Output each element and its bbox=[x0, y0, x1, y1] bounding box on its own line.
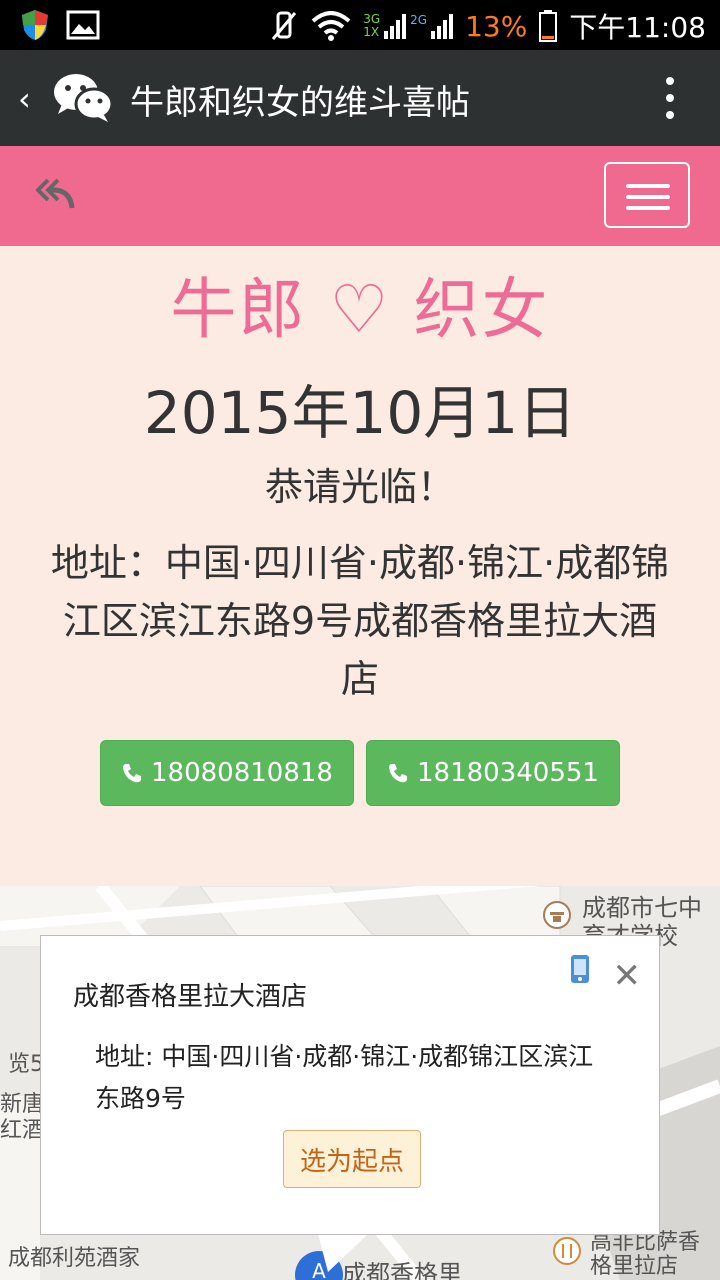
status-bar: 3G 1X 2G 13% 下午11:08 bbox=[0, 0, 720, 50]
shield-icon bbox=[22, 10, 48, 40]
network-1x-label: 1X bbox=[363, 25, 380, 39]
mobile-phone-icon[interactable] bbox=[569, 954, 591, 984]
phone-number-2: 18180340551 bbox=[417, 758, 599, 788]
wifi-icon bbox=[311, 11, 351, 41]
battery-icon bbox=[539, 10, 558, 42]
map-label: 红酒 bbox=[0, 1118, 45, 1143]
site-navbar bbox=[0, 146, 720, 246]
call-button-2[interactable]: 18180340551 bbox=[366, 740, 620, 806]
popup-address: 地址: 中国·四川省·成都·锦江·成都锦江区滨江东路9号 bbox=[95, 1042, 594, 1113]
invite-text: 恭请光临！ bbox=[264, 465, 455, 509]
signal-bars-2-icon bbox=[431, 14, 454, 39]
more-vertical-icon[interactable] bbox=[666, 76, 674, 120]
battery-percent: 13% bbox=[465, 9, 528, 43]
map-poi-restaurant-icon bbox=[553, 1237, 581, 1265]
mute-icon bbox=[272, 11, 297, 40]
set-start-button[interactable]: 选为起点 bbox=[283, 1130, 421, 1188]
phone-icon bbox=[123, 764, 142, 783]
map-poi-school-icon bbox=[543, 901, 571, 929]
reply-all-icon[interactable] bbox=[36, 176, 76, 210]
invitation-card: 牛郎 ♡ 织女 2015年10月1日 恭请光临！ 地址：中国·四川省·成都·锦江… bbox=[0, 246, 720, 886]
popup-title: 成都香格里拉大酒店 bbox=[73, 982, 308, 1012]
map-label: 格里拉店 bbox=[590, 1254, 679, 1279]
map-info-popup: 成都香格里拉大酒店 ✕ 地址: 中国·四川省·成都·锦江·成都锦江区滨江东路9号… bbox=[40, 935, 660, 1235]
wechat-icon bbox=[54, 74, 114, 122]
page-title: 牛郎和织女的维斗喜帖 bbox=[130, 83, 470, 123]
chevron-left-icon[interactable]: ‹ bbox=[18, 80, 31, 118]
wedding-date: 2015年10月1日 bbox=[143, 379, 577, 447]
venue-address: 地址：中国·四川省·成都·锦江·成都锦江区滨江东路9号成都香格里拉大酒店 bbox=[50, 541, 670, 701]
couple-names: 牛郎 ♡ 织女 bbox=[170, 271, 550, 348]
map-label: 览5 bbox=[8, 1052, 44, 1077]
popup-pointer bbox=[318, 1234, 368, 1272]
clock: 下午11:08 bbox=[569, 11, 706, 44]
map-label: 成都利苑酒家 bbox=[8, 1246, 141, 1271]
call-button-1[interactable]: 18080810818 bbox=[100, 740, 354, 806]
signal-bars-icon bbox=[384, 14, 407, 39]
phone-icon bbox=[389, 764, 408, 783]
network-2g-label: 2G bbox=[410, 13, 428, 27]
close-icon[interactable]: ✕ bbox=[613, 956, 642, 996]
image-icon bbox=[66, 10, 100, 40]
app-header: ‹ 牛郎和织女的维斗喜帖 bbox=[0, 50, 720, 146]
signal-indicator: 3G 1X 2G bbox=[363, 13, 454, 39]
hamburger-icon[interactable] bbox=[604, 162, 690, 228]
phone-number-1: 18080810818 bbox=[151, 758, 333, 788]
